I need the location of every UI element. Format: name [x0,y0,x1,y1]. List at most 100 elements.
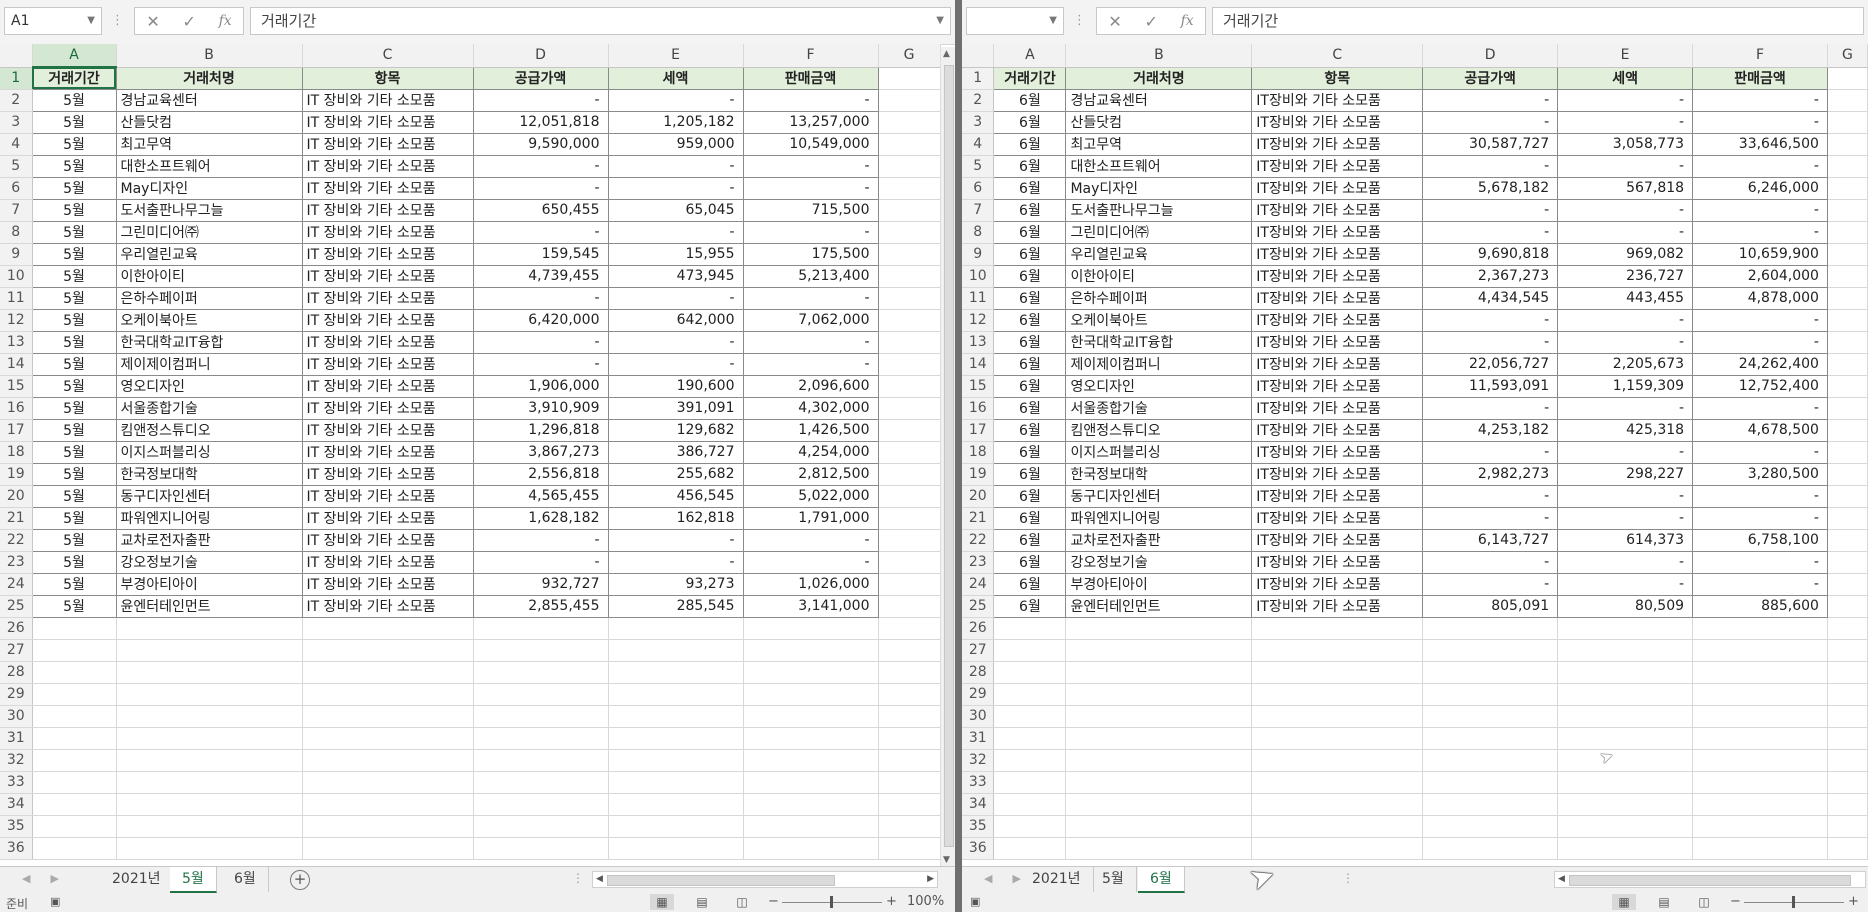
row-header[interactable]: 5 [0,155,33,178]
cell[interactable]: 1,296,818 [473,419,609,442]
cell[interactable] [1065,749,1253,772]
cell[interactable] [1692,771,1828,794]
cell[interactable] [743,617,879,640]
row-header[interactable]: 30 [962,705,995,728]
cell[interactable] [1557,771,1694,794]
formula-input[interactable]: 거래기간 [1212,7,1864,35]
cell[interactable] [32,617,117,640]
cell[interactable]: 7,062,000 [743,309,879,332]
cell[interactable]: IT 장비와 기타 소모품 [302,353,474,376]
cell[interactable] [878,199,941,222]
cell[interactable]: - [743,221,879,244]
cell[interactable]: 킴앤정스튜디오 [116,419,303,442]
cell[interactable]: 1,628,182 [473,507,609,530]
cell[interactable] [1251,617,1424,640]
cell[interactable]: 한국정보대학 [1065,463,1253,486]
cell[interactable] [116,771,303,794]
cell[interactable] [1422,661,1559,684]
cell[interactable] [1827,133,1868,156]
cell[interactable]: 거래기간 [993,66,1067,90]
cell[interactable]: 그린미디어㈜ [116,221,303,244]
cell[interactable]: IT장비와 기타 소모품 [1251,265,1424,288]
column-header[interactable]: C [1251,44,1424,68]
cell[interactable]: 285,545 [608,595,744,618]
cell[interactable]: IT장비와 기타 소모품 [1251,331,1424,354]
cell[interactable] [473,771,609,794]
cell[interactable] [1827,661,1868,684]
cell[interactable]: - [608,287,744,310]
zoom-knob[interactable] [1792,896,1795,908]
cell[interactable] [32,683,117,706]
cell[interactable]: IT장비와 기타 소모품 [1251,419,1424,442]
cell[interactable]: - [1692,441,1828,464]
cell[interactable]: - [743,551,879,574]
cell[interactable] [1065,661,1253,684]
cell[interactable]: 9,590,000 [473,133,609,156]
cell[interactable] [1692,661,1828,684]
row-header[interactable]: 23 [962,551,995,574]
cell[interactable] [1827,771,1868,794]
page-break-icon[interactable]: ◫ [1692,894,1716,910]
cell[interactable]: 영오디자인 [116,375,303,398]
cell[interactable]: IT 장비와 기타 소모품 [302,221,474,244]
row-header[interactable]: 26 [0,617,33,640]
cell[interactable]: - [608,177,744,200]
cell[interactable]: IT 장비와 기타 소모품 [302,595,474,618]
cell[interactable]: 항목 [302,66,474,90]
cell[interactable] [1827,727,1868,750]
cell[interactable] [993,815,1067,838]
cell[interactable] [116,705,303,728]
zoom-in-icon[interactable]: + [886,894,897,909]
cell[interactable]: IT장비와 기타 소모품 [1251,155,1424,178]
cell[interactable]: 한국정보대학 [116,463,303,486]
cell[interactable]: IT 장비와 기타 소모품 [302,265,474,288]
cell[interactable]: 93,273 [608,573,744,596]
drag-handle-icon[interactable]: ⋮ [1073,13,1087,28]
scroll-left-icon[interactable]: ◀ [1558,872,1565,887]
cell[interactable]: 4,739,455 [473,265,609,288]
cell[interactable]: - [1422,155,1559,178]
cell[interactable]: 항목 [1251,66,1424,90]
cell[interactable] [116,793,303,816]
row-header[interactable]: 14 [962,353,995,376]
cell[interactable]: IT 장비와 기타 소모품 [302,177,474,200]
cell[interactable]: 우리열린교육 [1065,243,1253,266]
column-header[interactable]: F [1692,44,1828,68]
cell[interactable]: IT 장비와 기타 소모품 [302,331,474,354]
cell[interactable]: 거래처명 [1065,66,1253,90]
cell[interactable]: - [743,287,879,310]
cell[interactable] [1827,639,1868,662]
cell[interactable] [608,683,744,706]
cell[interactable]: - [608,221,744,244]
cell[interactable]: 6월 [993,441,1067,464]
chevron-down-icon[interactable]: ▼ [936,8,944,34]
cell[interactable]: 6월 [993,177,1067,200]
cell[interactable]: IT 장비와 기타 소모품 [302,133,474,156]
cell[interactable] [608,749,744,772]
scroll-up-icon[interactable]: ▲ [943,49,950,59]
cell[interactable] [1422,639,1559,662]
cell[interactable]: - [1422,309,1559,332]
cell[interactable]: 6월 [993,199,1067,222]
cell[interactable] [302,771,474,794]
row-header[interactable]: 20 [0,485,33,508]
cell[interactable] [1422,793,1559,816]
row-header[interactable]: 4 [962,133,995,156]
cell[interactable]: 932,727 [473,573,609,596]
cell[interactable]: 162,818 [608,507,744,530]
cell[interactable]: 425,318 [1557,419,1694,442]
cell[interactable]: 2,855,455 [473,595,609,618]
cell[interactable]: - [1557,485,1694,508]
row-header[interactable]: 21 [962,507,995,530]
cell[interactable]: 6월 [993,595,1067,618]
page-break-icon[interactable]: ◫ [730,894,754,910]
cell[interactable]: 판매금액 [1692,66,1828,90]
cell[interactable] [1827,375,1868,398]
cell[interactable] [878,221,941,244]
cell[interactable] [878,683,941,706]
cell[interactable] [1827,617,1868,640]
cell[interactable] [1827,749,1868,772]
cell[interactable]: 3,910,909 [473,397,609,420]
cell[interactable]: 4,565,455 [473,485,609,508]
cell[interactable] [743,815,879,838]
